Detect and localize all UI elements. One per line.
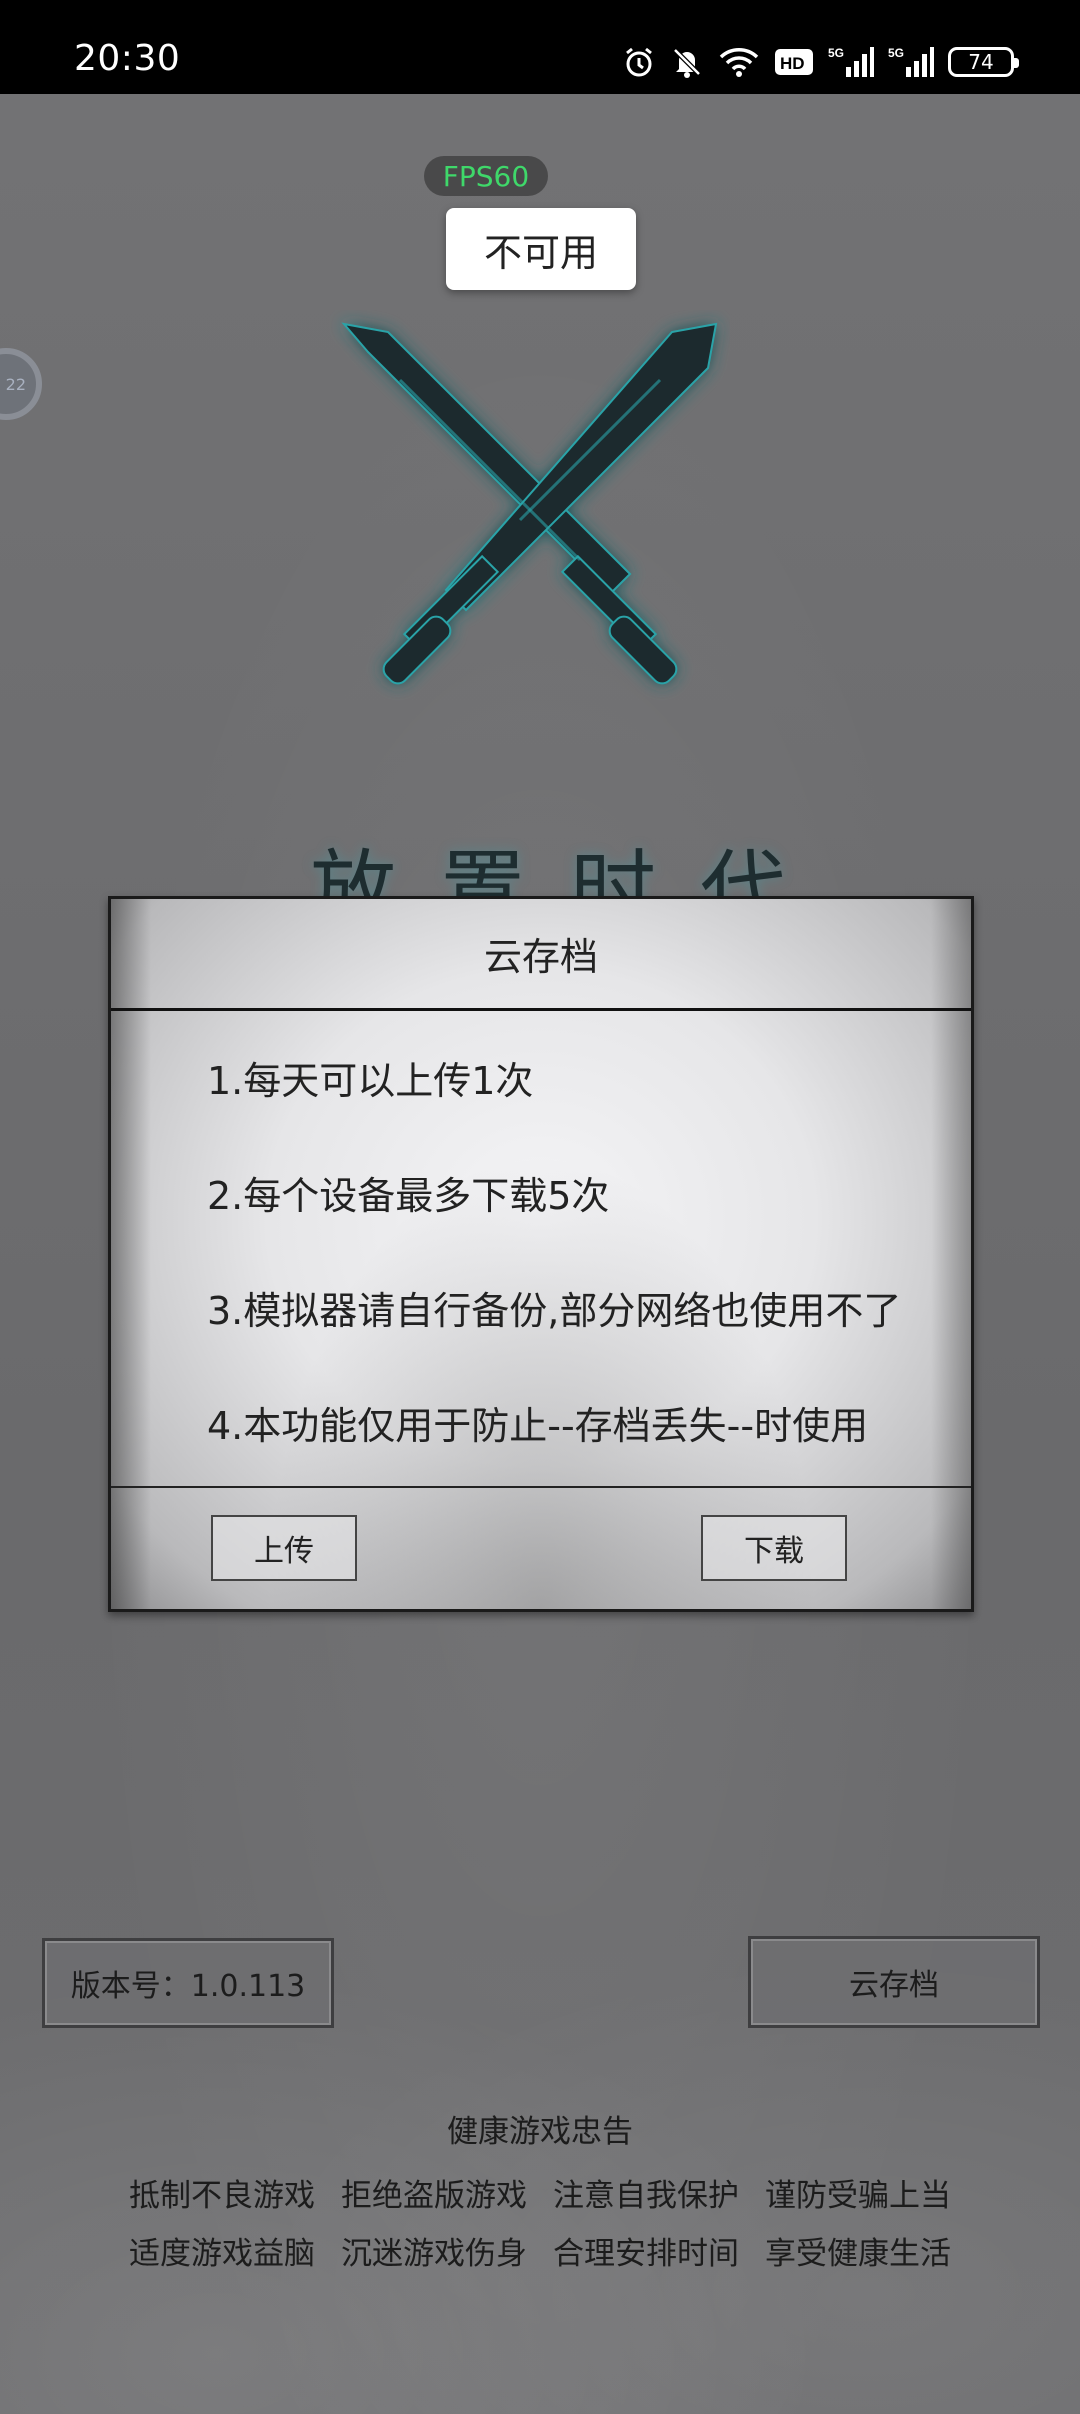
health-advice-title: 健康游戏忠告 [447, 2114, 633, 2150]
status-time: 20:30 [74, 38, 181, 79]
battery-indicator: 74 [948, 47, 1019, 77]
rule-item: 2.每个设备最多下载5次 [207, 1174, 610, 1218]
health-advice-line-1: 抵制不良游戏 拒绝盗版游戏 注意自我保护 谨防受骗上当 [0, 2170, 1080, 2215]
dialog-title: 云存档 [111, 899, 971, 1011]
health-advice-item: 沉迷游戏伤身 [341, 2236, 527, 2272]
dialog-divider [111, 1486, 971, 1488]
rule-item: 4.本功能仅用于防止--存档丢失--时使用 [207, 1404, 869, 1448]
status-bar: 20:30 HD 5G 5G 74 [0, 0, 1080, 94]
svg-text:5G: 5G [828, 46, 844, 60]
wifi-icon [718, 45, 760, 79]
version-label: 版本号：1.0.113 [42, 1938, 334, 2028]
hd-icon: HD [774, 46, 814, 78]
alarm-icon [622, 45, 656, 79]
svg-text:5G: 5G [888, 46, 904, 60]
cloud-save-button[interactable]: 云存档 [748, 1936, 1040, 2028]
health-advice-item: 谨防受骗上当 [765, 2178, 951, 2214]
health-advice-item: 合理安排时间 [553, 2236, 739, 2272]
health-advice-item: 注意自我保护 [553, 2178, 739, 2214]
health-advice-item: 适度游戏益脑 [129, 2236, 315, 2272]
rule-item: 3.模拟器请自行备份,部分网络也使用不了 [207, 1289, 902, 1333]
mute-bell-icon [670, 45, 704, 79]
download-button[interactable]: 下载 [701, 1515, 847, 1581]
health-advice-item: 享受健康生活 [765, 2236, 951, 2272]
rules-list: 1.每天可以上传1次 2.每个设备最多下载5次 3.模拟器请自行备份,部分网络也… [207, 1059, 967, 1519]
cloud-save-dialog: 云存档 1.每天可以上传1次 2.每个设备最多下载5次 3.模拟器请自行备份,部… [108, 896, 974, 1612]
svg-text:HD: HD [780, 54, 805, 73]
upload-button[interactable]: 上传 [211, 1515, 357, 1581]
status-icons: HD 5G 5G 74 [622, 40, 1019, 84]
health-advice-item: 抵制不良游戏 [129, 2178, 315, 2214]
health-advice-line-2: 适度游戏益脑 沉迷游戏伤身 合理安排时间 享受健康生活 [0, 2228, 1080, 2273]
signal-5g-icon: 5G [888, 45, 934, 79]
health-advice-item: 拒绝盗版游戏 [341, 2178, 527, 2214]
rule-item: 1.每天可以上传1次 [207, 1059, 534, 1103]
signal-5g-icon: 5G [828, 45, 874, 79]
